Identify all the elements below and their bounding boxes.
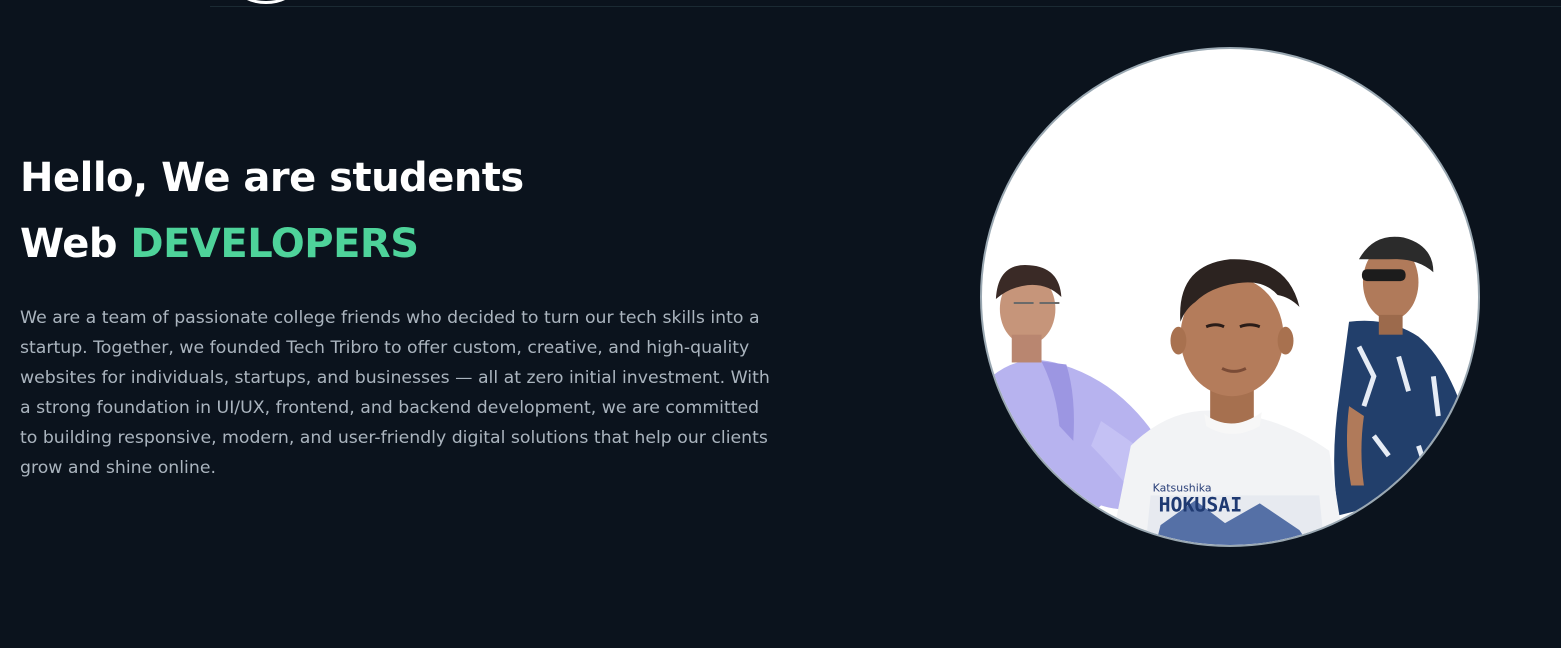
person-right [1334,236,1469,516]
hero-title-web: Web [20,221,131,267]
person-center: HOKUSAI Katsushika [1110,259,1345,545]
hero-title-accent: DEVELOPERS [130,221,419,267]
shirt-print-small: Katsushika [1153,481,1212,494]
page: Hello, We are students Web DEVELOPERS We… [0,0,1561,648]
shirt-print-text: HOKUSAI [1159,493,1243,516]
team-photo: HOKUSAI Katsushika [980,47,1480,547]
hero-text: Hello, We are students Web DEVELOPERS We… [20,145,780,483]
logo-icon[interactable] [238,0,294,4]
team-photo-illustration: HOKUSAI Katsushika [991,236,1469,545]
header-divider [210,6,1561,7]
hero-title-line-1: Hello, We are students [20,155,524,201]
hero-description: We are a team of passionate college frie… [20,308,770,478]
hero-title-line-2: Web DEVELOPERS [20,211,780,277]
